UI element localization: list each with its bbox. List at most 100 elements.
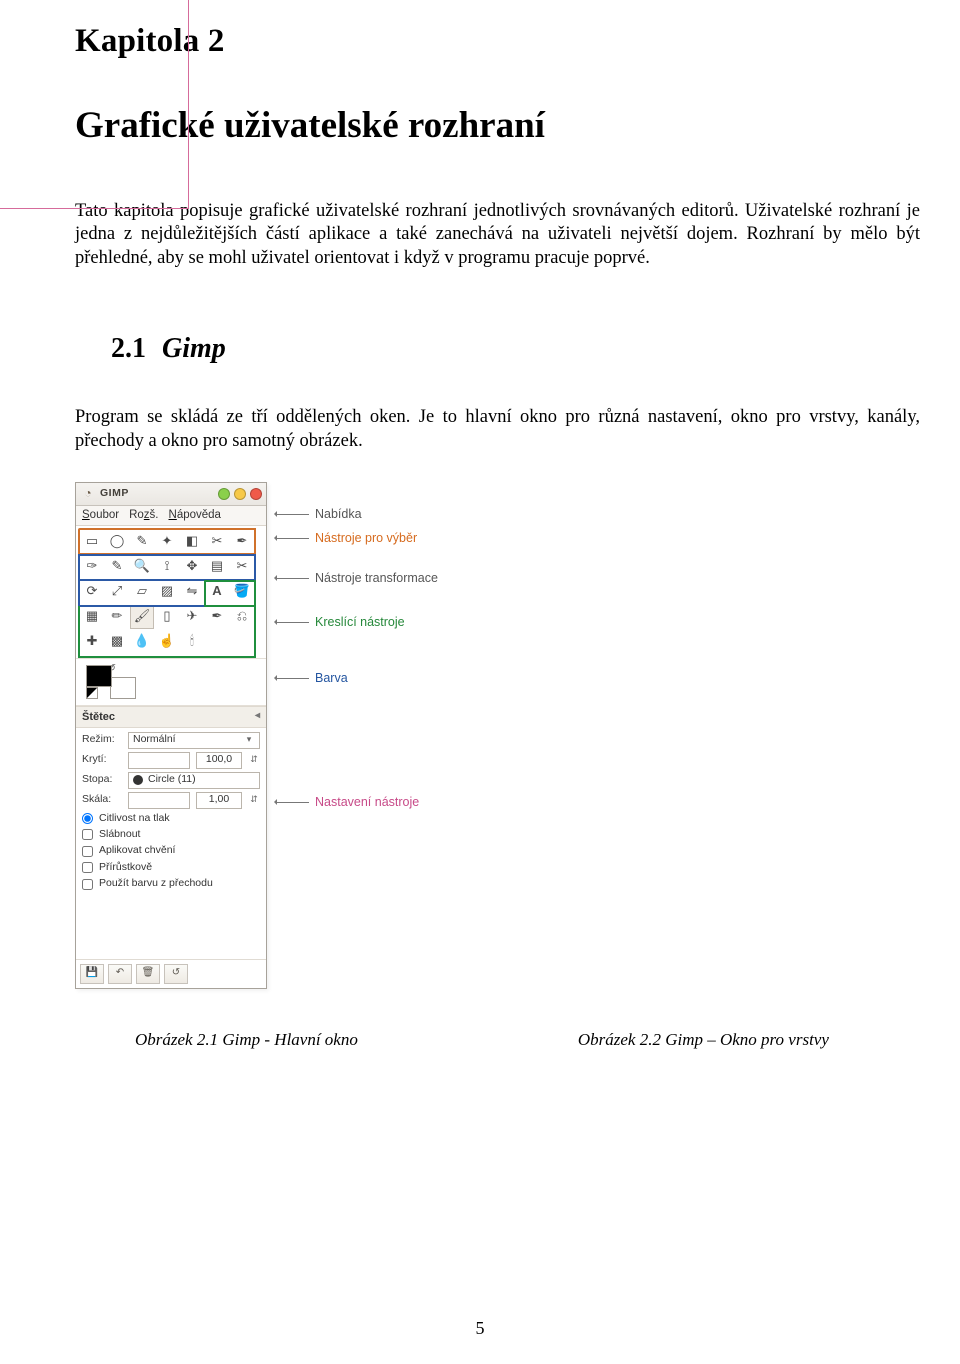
menu-file[interactable]: Soubor bbox=[82, 508, 119, 523]
background-swatch[interactable] bbox=[110, 677, 136, 699]
caption-right: Obrázek 2.2 Gimp – Okno pro vrstvy bbox=[578, 1029, 829, 1051]
gradient-color-check[interactable]: Použít barvu z přechodu bbox=[82, 877, 260, 890]
tool-paths[interactable]: ✑ bbox=[80, 555, 104, 579]
save-options-button[interactable]: 💾 bbox=[80, 964, 104, 984]
spin-up-down-icon[interactable]: ⇵ bbox=[248, 794, 260, 806]
opacity-label: Krytí: bbox=[82, 753, 122, 766]
window-title: GIMP bbox=[100, 487, 214, 500]
chevron-down-icon: ▾ bbox=[243, 734, 255, 746]
menu-ext[interactable]: Rozš. bbox=[129, 508, 158, 523]
tool-fuzzy-select[interactable]: ✦ bbox=[155, 530, 179, 554]
brush-label: Stopa: bbox=[82, 773, 122, 786]
tool-perspective[interactable]: ▨ bbox=[155, 580, 179, 604]
tool-align[interactable]: ▤ bbox=[205, 555, 229, 579]
tool-clone[interactable]: ⎌ bbox=[230, 605, 254, 629]
figure-area: ◔ GIMP Soubor Rozš. Nápověda ▭ ◯ ✎ ✦ ◧ ✂ bbox=[75, 482, 920, 989]
mode-select[interactable]: Normální ▾ bbox=[128, 732, 260, 749]
incremental-check[interactable]: Přírůstkově bbox=[82, 861, 260, 874]
options-footer: 💾 ↶ 🗑 ↺ bbox=[76, 959, 266, 988]
section-number: 2.1 bbox=[111, 333, 146, 364]
lead-line bbox=[277, 802, 309, 803]
tool-airbrush[interactable]: ✈ bbox=[180, 605, 204, 629]
dock-menu-icon[interactable]: ◂ bbox=[255, 710, 260, 723]
tool-grid: ▭ ◯ ✎ ✦ ◧ ✂ ✒ ✑ ✎ 🔍 ⟟ ✥ ▤ ✂ ⟳ ⤢ ▱ bbox=[76, 526, 266, 658]
restore-options-button[interactable]: ↶ bbox=[108, 964, 132, 984]
lead-line bbox=[277, 538, 309, 539]
section-name: Gimp bbox=[162, 333, 226, 364]
tool-text[interactable]: A bbox=[205, 580, 229, 604]
tool-dodge-burn[interactable]: 🕯 bbox=[180, 630, 204, 654]
window-titlebar: ◔ GIMP bbox=[76, 483, 266, 506]
tool-zoom[interactable]: 🔍 bbox=[130, 555, 154, 579]
figure-captions: Obrázek 2.1 Gimp - Hlavní okno Obrázek 2… bbox=[135, 1029, 920, 1051]
brush-select[interactable]: Circle (11) bbox=[128, 772, 260, 789]
mode-label: Režim: bbox=[82, 733, 122, 746]
tool-rotate[interactable]: ⟳ bbox=[80, 580, 104, 604]
page-number: 5 bbox=[0, 1317, 960, 1340]
scale-slider[interactable] bbox=[128, 792, 190, 809]
callout-menu: Nabídka bbox=[315, 506, 362, 522]
tool-flip[interactable]: ⇋ bbox=[180, 580, 204, 604]
tool-paintbrush[interactable]: 🖌 bbox=[130, 605, 154, 629]
tool-heal[interactable]: ✚ bbox=[80, 630, 104, 654]
fade-check[interactable]: Slábnout bbox=[82, 828, 260, 841]
pressure-check[interactable]: Citlivost na tlak bbox=[82, 812, 260, 825]
minimize-button[interactable] bbox=[218, 488, 230, 500]
tool-eraser[interactable]: ▯ bbox=[155, 605, 179, 629]
tool-rect-select[interactable]: ▭ bbox=[80, 530, 104, 554]
menu-help[interactable]: Nápověda bbox=[169, 508, 221, 523]
lead-line bbox=[277, 514, 309, 515]
tool-perspective-clone[interactable]: ▩ bbox=[105, 630, 129, 654]
delete-options-button[interactable]: 🗑 bbox=[136, 964, 160, 984]
tool-measure[interactable]: ⟟ bbox=[155, 555, 179, 579]
opacity-slider[interactable] bbox=[128, 752, 190, 769]
tool-crop[interactable]: ✂ bbox=[230, 555, 254, 579]
tool-pencil[interactable]: ✏ bbox=[105, 605, 129, 629]
tool-blend[interactable]: ▦ bbox=[80, 605, 104, 629]
opacity-spin[interactable]: 100,0 bbox=[196, 752, 242, 769]
menu-bar: Soubor Rozš. Nápověda bbox=[76, 506, 266, 526]
tool-color-picker[interactable]: ✎ bbox=[105, 555, 129, 579]
callout-color: Barva bbox=[315, 670, 348, 686]
page-title: Grafické uživatelské rozhraní bbox=[75, 102, 920, 149]
lead-line bbox=[277, 678, 309, 679]
maximize-button[interactable] bbox=[234, 488, 246, 500]
reset-options-button[interactable]: ↺ bbox=[164, 964, 188, 984]
lead-line bbox=[277, 622, 309, 623]
fg-bg-swatches[interactable]: ↺ bbox=[86, 665, 136, 699]
tool-blur[interactable]: 💧 bbox=[130, 630, 154, 654]
tool-options-title: Štětec ◂ bbox=[76, 706, 266, 728]
tool-ellipse-select[interactable]: ◯ bbox=[105, 530, 129, 554]
tool-free-select[interactable]: ✎ bbox=[130, 530, 154, 554]
chapter-heading: Kapitola 2 bbox=[75, 20, 920, 62]
brush-preview-icon bbox=[133, 775, 143, 785]
callout-transform: Nástroje transformace bbox=[315, 570, 438, 586]
color-block: ↺ bbox=[76, 658, 266, 706]
tool-scissors[interactable]: ✂ bbox=[205, 530, 229, 554]
tool-ink[interactable]: ✒ bbox=[205, 605, 229, 629]
callout-draw: Kreslící nástroje bbox=[315, 614, 405, 630]
lead-line bbox=[277, 578, 309, 579]
tool-foreground-select[interactable]: ✒ bbox=[230, 530, 254, 554]
intro-paragraph: Tato kapitola popisuje grafické uživatel… bbox=[75, 200, 920, 271]
close-button[interactable] bbox=[250, 488, 262, 500]
spin-up-down-icon[interactable]: ⇵ bbox=[248, 754, 260, 766]
tool-shear[interactable]: ▱ bbox=[130, 580, 154, 604]
gimp-toolbox-window: ◔ GIMP Soubor Rozš. Nápověda ▭ ◯ ✎ ✦ ◧ ✂ bbox=[75, 482, 267, 989]
wilber-icon: ◔ bbox=[80, 486, 96, 502]
tool-scale[interactable]: ⤢ bbox=[105, 580, 129, 604]
callout-toolopts: Nastavení nástroje bbox=[315, 794, 419, 810]
scale-spin[interactable]: 1,00 bbox=[196, 792, 242, 809]
tool-color-select[interactable]: ◧ bbox=[180, 530, 204, 554]
foreground-swatch[interactable] bbox=[86, 665, 112, 687]
tool-bucket-fill[interactable]: 🪣 bbox=[230, 580, 254, 604]
section-paragraph: Program se skládá ze tří oddělených oken… bbox=[75, 406, 920, 453]
tool-options: Režim: Normální ▾ Krytí: 100,0 ⇵ Stopa: bbox=[76, 728, 266, 899]
jitter-check[interactable]: Aplikovat chvění bbox=[82, 844, 260, 857]
caption-left: Obrázek 2.1 Gimp - Hlavní okno bbox=[135, 1029, 358, 1051]
callout-selection: Nástroje pro výběr bbox=[315, 530, 417, 546]
tool-smudge[interactable]: ☝ bbox=[155, 630, 179, 654]
tool-move[interactable]: ✥ bbox=[180, 555, 204, 579]
scale-label: Skála: bbox=[82, 793, 122, 806]
default-colors-icon[interactable] bbox=[86, 687, 98, 699]
